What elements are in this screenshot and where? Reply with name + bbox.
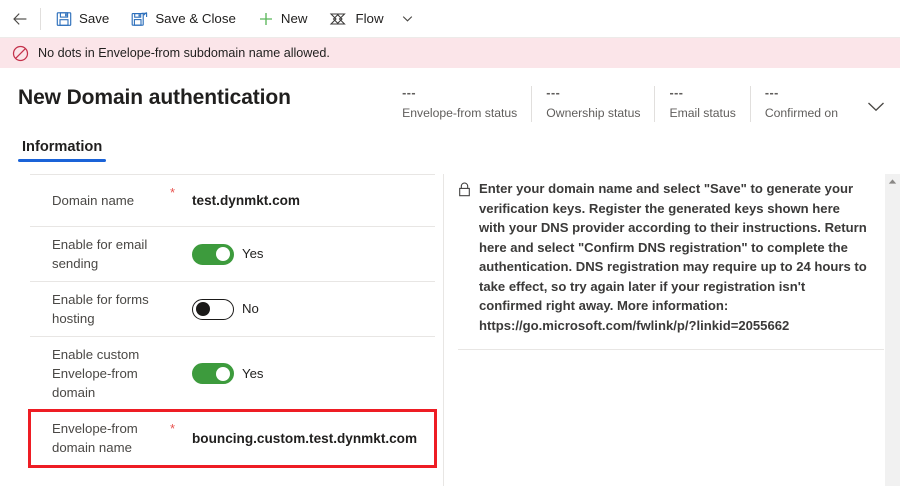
form-body: Domain name * test.dynmkt.com Enable for… [0,174,900,486]
save-and-close-icon [131,11,148,26]
stat-ownership-status: --- Ownership status [531,86,654,122]
toggle-switch[interactable] [192,363,234,384]
command-bar-overflow-button[interactable] [395,0,421,38]
header-expand-button[interactable] [858,86,894,126]
field-label: Domain name [52,193,135,208]
stat-email-status: --- Email status [654,86,749,122]
info-panel-column: Enter your domain name and select "Save"… [443,174,884,486]
save-button[interactable]: Save [45,0,120,38]
page-title: New Domain authentication [18,86,291,109]
vertical-scrollbar[interactable] [885,174,900,486]
stat-value: --- [402,86,417,100]
tab-information-label: Information [22,139,103,155]
save-and-close-button[interactable]: Save & Close [120,0,247,38]
stat-confirmed-on: --- Confirmed on [749,86,852,122]
error-notification-message: No dots in Envelope-from subdomain name … [38,45,330,60]
new-button-label: New [280,10,308,26]
required-indicator: * [170,235,192,252]
header-status-strip: --- Envelope-from status --- Ownership s… [388,86,900,126]
tab-strip: Information [0,126,900,162]
block-prohibited-icon [12,45,29,61]
form-fields-column: Domain name * test.dynmkt.com Enable for… [28,174,437,486]
save-button-label: Save [79,10,110,26]
field-value[interactable]: test.dynmkt.com [192,191,435,210]
field-label: Envelope-from domain name [52,421,138,455]
lock-icon [458,179,472,335]
chevron-down-icon [868,102,884,112]
toggle-state-label: Yes [242,365,264,381]
stat-envelope-from-status: --- Envelope-from status [388,86,531,122]
stat-value: --- [546,86,561,100]
toggle-group: No [192,298,435,320]
flow-button-label: Flow [355,10,384,26]
stat-label: Confirmed on [764,106,838,120]
info-panel: Enter your domain name and select "Save"… [458,174,884,350]
stat-value: --- [669,86,684,100]
field-label: Enable for forms hosting [52,292,149,326]
save-and-close-button-label: Save & Close [155,10,236,26]
toggle-state-label: Yes [242,246,264,262]
field-enable-for-email-sending[interactable]: Enable for email sending * Yes [30,227,435,282]
new-button[interactable]: New [247,0,319,38]
field-label: Enable for email sending [52,237,148,271]
chevron-down-icon [402,16,413,22]
toggle-switch[interactable] [192,298,234,320]
plus-icon [259,12,272,25]
scroll-up-arrow-icon [888,179,897,184]
toggle-state-label: No [242,301,259,317]
save-floppy-icon [56,11,72,26]
flow-icon [330,12,347,25]
back-button[interactable] [0,0,40,38]
toggle-group: Yes [192,243,435,265]
stat-label: Ownership status [546,106,641,120]
required-indicator: * [170,290,192,307]
record-header: New Domain authentication --- Envelope-f… [0,68,900,126]
error-notification-banner: No dots in Envelope-from subdomain name … [0,38,900,68]
scroll-up-button[interactable] [885,174,900,189]
command-bar: Save Save & Close New Flow [0,0,900,38]
toggle-knob [216,366,230,381]
tab-information[interactable]: Information [18,139,107,162]
field-enable-for-forms-hosting[interactable]: Enable for forms hosting * No [30,282,435,337]
stat-value: --- [764,86,779,100]
stat-label: Email status [669,106,736,120]
field-enable-custom-envelope-from-domain[interactable]: Enable custom Envelope-from domain * Yes [30,337,435,411]
required-indicator: * [170,421,176,436]
flow-button[interactable]: Flow [318,0,394,38]
field-value[interactable]: bouncing.custom.test.dynmkt.com [192,429,435,448]
toggle-knob [216,247,230,261]
field-envelope-from-domain-name[interactable]: Envelope-from domain name * bouncing.cus… [28,409,437,468]
toggle-switch[interactable] [192,243,234,265]
field-label: Enable custom Envelope-from domain [52,347,140,400]
toggle-group: Yes [192,363,435,384]
required-indicator: * [170,345,192,362]
domain-authentication-page: Save Save & Close New Flow No dots in En… [0,0,900,500]
back-arrow-icon [13,12,27,25]
required-indicator: * [170,185,176,200]
command-bar-divider [40,7,41,30]
field-domain-name[interactable]: Domain name * test.dynmkt.com [30,175,435,227]
toggle-knob [196,302,210,316]
info-panel-text: Enter your domain name and select "Save"… [479,181,867,333]
stat-label: Envelope-from status [402,106,518,120]
